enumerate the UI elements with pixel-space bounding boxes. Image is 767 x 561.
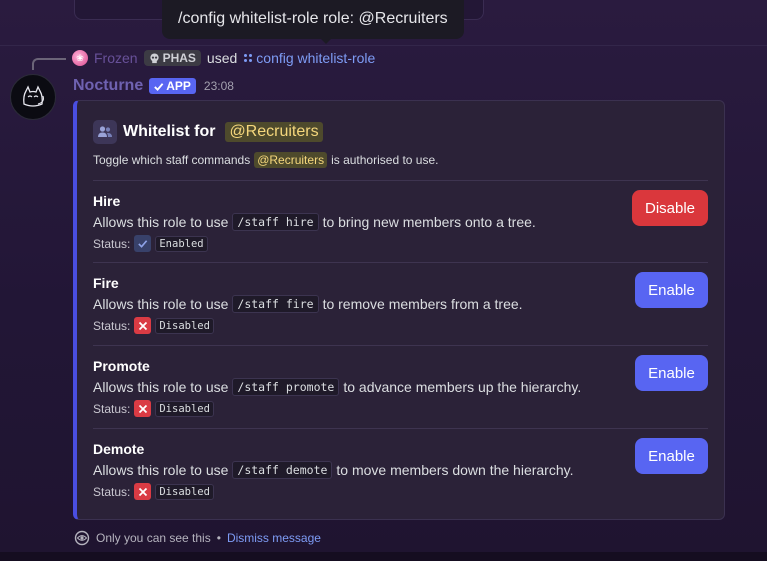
status-value: Disabled [155, 317, 214, 334]
discord-chat-view: /config whitelist-role role: @Recruiters… [0, 0, 767, 561]
command-tooltip: /config whitelist-role role: @Recruiters [162, 0, 464, 39]
role-mention[interactable]: @Recruiters [225, 122, 323, 142]
guild-tag-label: PHAS [162, 51, 196, 65]
permission-description: Allows this role to use /staff promote t… [93, 378, 581, 396]
eye-icon [74, 530, 90, 546]
status-label: Status: [93, 318, 131, 333]
desc-prefix: Allows this role to use [93, 379, 229, 395]
embed-description: Toggle which staff commands @Recruiters … [93, 152, 438, 168]
enable-button-demote[interactable]: Enable [635, 438, 708, 474]
cross-icon [134, 400, 152, 417]
desc-suffix: to advance members up the hierarchy. [343, 379, 582, 395]
cross-icon [134, 483, 152, 500]
reply-spine [32, 58, 66, 70]
permission-name: Promote [93, 358, 150, 374]
enable-button-fire[interactable]: Enable [635, 272, 708, 308]
command-code: /staff fire [232, 295, 319, 313]
skull-icon [149, 52, 159, 63]
status-label: Status: [93, 401, 131, 416]
status-label: Status: [93, 484, 131, 499]
desc-suffix: to bring new members onto a tree. [322, 214, 536, 230]
ephemeral-footer: Only you can see this • Dismiss message [74, 529, 321, 547]
message-divider [0, 45, 767, 46]
permission-description: Allows this role to use /staff demote to… [93, 461, 574, 479]
disable-button-hire[interactable]: Disable [632, 190, 708, 226]
embed-title-text: Whitelist for [123, 123, 216, 140]
status-value: Disabled [155, 400, 214, 417]
cat-icon [23, 85, 44, 107]
desc-after: is authorised to use. [331, 153, 439, 167]
interaction-reference[interactable]: ❀ Frozen PHAS used config whitelist-role [72, 49, 375, 67]
permission-row-fire: Fire Allows this role to use /staff fire… [93, 263, 708, 345]
permission-description: Allows this role to use /staff hire to b… [93, 213, 536, 231]
bot-avatar[interactable] [10, 74, 56, 120]
composer-edge [0, 552, 767, 561]
permission-row-promote: Promote Allows this role to use /staff p… [93, 346, 708, 428]
desc-suffix: to move members down the hierarchy. [336, 462, 574, 478]
visibility-text: Only you can see this [96, 531, 211, 545]
whitelist-embed: Whitelist for @Recruiters Toggle which s… [73, 100, 725, 520]
embed-title: Whitelist for @Recruiters [93, 119, 323, 145]
command-code: /staff demote [232, 461, 333, 479]
enable-button-promote[interactable]: Enable [635, 355, 708, 391]
command-name: config whitelist-role [256, 50, 376, 66]
permission-name: Fire [93, 275, 119, 291]
command-link[interactable]: config whitelist-role [243, 50, 375, 66]
dismiss-message-link[interactable]: Dismiss message [227, 531, 321, 545]
permission-status: Status: Disabled [93, 400, 214, 417]
reply-avatar[interactable]: ❀ [72, 50, 88, 66]
permission-row-hire: Hire Allows this role to use /staff hire… [93, 181, 708, 263]
desc-before: Toggle which staff commands [93, 153, 251, 167]
tooltip-arrow [320, 38, 332, 44]
permission-name: Hire [93, 193, 121, 209]
used-text: used [206, 50, 238, 66]
author-name[interactable]: Nocturne [73, 77, 143, 95]
command-code: /staff promote [232, 378, 340, 396]
status-value: Enabled [155, 235, 208, 252]
cross-icon [134, 317, 152, 334]
check-icon [154, 82, 164, 91]
role-mention[interactable]: @Recruiters [254, 152, 328, 168]
desc-prefix: Allows this role to use [93, 296, 229, 312]
desc-suffix: to remove members from a tree. [322, 296, 523, 312]
permission-description: Allows this role to use /staff fire to r… [93, 295, 523, 313]
permission-status: Status: Disabled [93, 483, 214, 500]
footer-bullet: • [216, 531, 221, 545]
desc-prefix: Allows this role to use [93, 462, 229, 478]
reply-username[interactable]: Frozen [94, 50, 138, 66]
command-code: /staff hire [232, 213, 319, 231]
app-badge: APP [149, 78, 196, 94]
message-header: Nocturne APP 23:08 [73, 75, 234, 97]
timestamp[interactable]: 23:08 [204, 79, 234, 93]
guild-tag[interactable]: PHAS [143, 50, 201, 66]
status-label: Status: [93, 236, 131, 251]
permission-status: Status: Disabled [93, 317, 214, 334]
check-icon [134, 235, 152, 252]
desc-prefix: Allows this role to use [93, 214, 229, 230]
people-icon [93, 120, 117, 144]
status-value: Disabled [155, 483, 214, 500]
slash-command-icon [244, 54, 253, 62]
permission-row-demote: Demote Allows this role to use /staff de… [93, 429, 708, 511]
permission-status: Status: Enabled [93, 235, 208, 252]
app-badge-label: APP [166, 79, 191, 93]
permission-name: Demote [93, 441, 145, 457]
